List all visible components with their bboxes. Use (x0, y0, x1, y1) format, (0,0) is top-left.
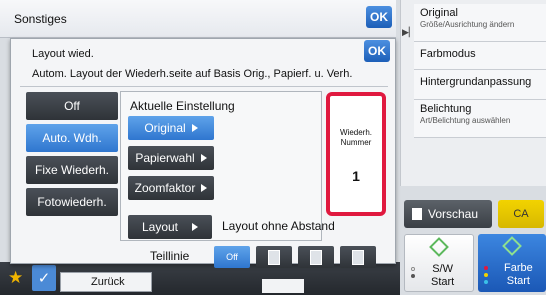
zoom-label: Zoomfaktor (134, 181, 196, 195)
original-button[interactable]: Original (128, 116, 214, 140)
current-settings-title: Aktuelle Einstellung (130, 99, 235, 113)
check-icon[interactable]: ✓ (32, 265, 56, 291)
start-color-label: Farbe Start (504, 262, 533, 287)
right-item-sub: Größe/Ausrichtung ändern (420, 20, 515, 29)
dividing-line-label: Teillinie (150, 249, 190, 263)
right-item-farbmodus[interactable]: Farbmodus (414, 42, 546, 70)
divider (20, 86, 388, 87)
mode-photo-button[interactable]: Fotowiederh. (26, 188, 118, 216)
arrow-right-icon (200, 154, 207, 162)
right-item-title: Hintergrundanpassung (420, 76, 532, 88)
dividing-line-option-2[interactable] (298, 246, 334, 268)
right-item-sub: Art/Belichtung auswählen (420, 116, 511, 125)
right-item-hintergrund[interactable]: Hintergrundanpassung (414, 70, 546, 100)
back-button[interactable]: Zurück (60, 272, 152, 292)
dividing-line-option-3[interactable] (340, 246, 376, 268)
screen-ok-button[interactable]: OK (366, 6, 392, 28)
paper-select-label: Papierwahl (135, 151, 195, 165)
arrow-right-icon (192, 223, 199, 231)
right-item-title: Farbmodus (420, 48, 476, 60)
dialog-subtitle: Autom. Layout der Wiederh.seite auf Basi… (32, 68, 353, 80)
start-color-button[interactable]: Farbe Start (478, 234, 546, 292)
mode-fixed-button[interactable]: Fixe Wiederh. (26, 156, 118, 184)
color-dots-icon (484, 266, 488, 287)
paper-select-button[interactable]: Papierwahl (128, 146, 214, 170)
start-bw-button[interactable]: S/W Start (404, 234, 474, 292)
repeat-number-label: Wiederh. Nummer (339, 128, 372, 147)
right-item-title: Belichtung (420, 103, 472, 115)
start-diamond-icon (502, 236, 522, 256)
right-item-original[interactable]: Original Größe/Ausrichtung ändern (414, 4, 546, 42)
page-icon (352, 249, 364, 265)
right-item-title: Original (420, 7, 458, 19)
document-icon (412, 208, 422, 220)
ca-button[interactable]: CA (498, 200, 544, 228)
arrow-right-icon (191, 124, 198, 132)
dividing-line-off-button[interactable]: Off (214, 246, 250, 268)
dialog-ok-button[interactable]: OK (364, 40, 390, 62)
scroll-indicator[interactable] (262, 279, 304, 293)
page-icon (268, 249, 280, 265)
repeat-number-value: 1 (352, 168, 360, 184)
dialog-title: Layout wied. (32, 48, 94, 60)
layout-label: Layout (141, 220, 179, 234)
original-label: Original (144, 121, 186, 135)
arrow-right-icon (201, 184, 208, 192)
screen-title: Sonstiges (14, 12, 67, 26)
layout-value: Layout ohne Abstand (222, 219, 335, 233)
right-item-belichtung[interactable]: Belichtung Art/Belichtung auswählen (414, 100, 546, 138)
preview-button[interactable]: Vorschau (404, 200, 492, 228)
star-icon[interactable]: ★ (8, 268, 23, 288)
start-bw-label: S/W Start (431, 263, 455, 288)
repeat-number-box: Wiederh. Nummer 1 (326, 92, 386, 216)
dividing-line-option-1[interactable] (256, 246, 292, 268)
layout-button[interactable]: Layout (128, 215, 212, 239)
preview-label: Vorschau (428, 207, 479, 221)
start-diamond-icon (429, 237, 449, 257)
page-icon (310, 249, 322, 265)
bw-dots-icon (411, 267, 415, 281)
zoom-button[interactable]: Zoomfaktor (128, 176, 214, 200)
mode-auto-button[interactable]: Auto. Wdh. (26, 124, 118, 152)
mode-off-button[interactable]: Off (26, 92, 118, 120)
